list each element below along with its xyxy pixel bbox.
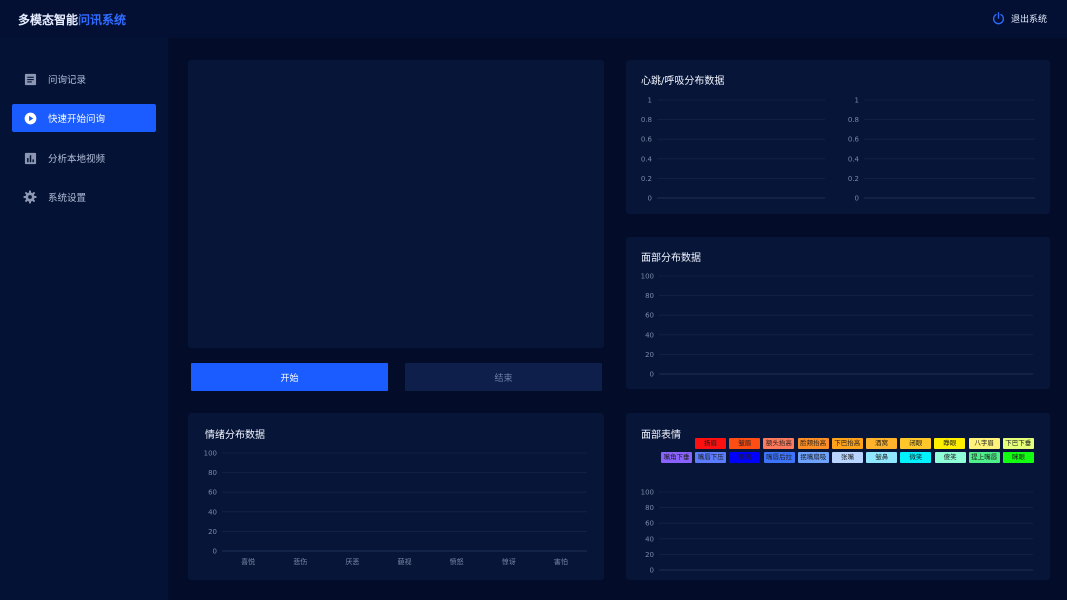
app-title-highlight: 问讯系统 — [78, 13, 127, 27]
legend-item[interactable]: 噘嘴 — [729, 452, 761, 463]
end-button[interactable]: 结束 — [405, 363, 602, 391]
y-tick-label: 0 — [650, 567, 654, 575]
facial-expression-title: 面部表情 — [641, 430, 681, 441]
y-tick-label: 100 — [204, 450, 217, 458]
y-tick-label: 0 — [648, 195, 652, 203]
legend-item[interactable]: 微笑 — [900, 452, 932, 463]
legend-item[interactable]: 皱眉 — [729, 438, 761, 449]
legend-item[interactable]: 闭眼 — [900, 438, 932, 449]
legend-item[interactable]: 睁眼 — [934, 438, 966, 449]
x-tick-label: 厌恶 — [345, 558, 359, 566]
y-tick-label: 0.6 — [848, 136, 860, 144]
emotion-chart: 0 20 40 60 80 100 喜悦 悲伤 厌恶 藐视 愤怒 惊讶 害怕 — [204, 450, 587, 566]
sidebar-item-records[interactable]: 问询记录 — [12, 65, 156, 93]
sidebar-item-quick-start[interactable]: 快速开始问询 — [12, 104, 156, 132]
breath-chart: 0 0.2 0.4 0.6 0.8 1 — [848, 97, 1035, 203]
x-tick-label: 藐视 — [398, 557, 412, 566]
y-tick-label: 0.4 — [641, 155, 653, 163]
legend-item[interactable]: 抿嘴扇吸 — [797, 452, 829, 463]
sidebar-item-settings[interactable]: 系统设置 — [12, 183, 156, 211]
y-tick-label: 20 — [208, 528, 217, 536]
x-tick-label: 害怕 — [554, 557, 568, 566]
sidebar-item-label: 快速开始问询 — [48, 114, 106, 125]
y-tick-label: 1 — [648, 97, 652, 105]
legend-item[interactable]: 张嘴 — [832, 452, 863, 463]
legend-item[interactable]: 皱鼻 — [866, 452, 898, 463]
sidebar-item-label: 问询记录 — [48, 75, 87, 86]
gear-icon — [23, 190, 37, 204]
y-tick-label: 0.2 — [848, 175, 859, 183]
legend-item[interactable]: 扬眉 — [695, 438, 726, 449]
list-icon — [23, 72, 37, 86]
y-tick-label: 20 — [645, 551, 654, 559]
y-tick-label: 20 — [645, 351, 654, 359]
legend-item[interactable]: 嘴角下垂 — [661, 452, 692, 463]
legend-item[interactable]: 傻笑 — [934, 452, 966, 463]
sidebar-item-local-video[interactable]: 分析本地视频 — [12, 144, 156, 172]
y-tick-label: 100 — [641, 489, 654, 497]
y-tick-label: 40 — [645, 535, 654, 543]
video-preview-area — [188, 60, 604, 348]
y-tick-label: 0 — [213, 548, 217, 556]
legend-item[interactable]: 额头抬高 — [763, 438, 795, 449]
y-tick-label: 40 — [208, 508, 217, 516]
legend-item[interactable]: 眯眼 — [1003, 452, 1034, 463]
sidebar-item-label: 系统设置 — [48, 193, 87, 204]
legend-item[interactable]: 酒窝 — [866, 438, 897, 449]
heart-chart: 0 0.2 0.4 0.6 0.8 1 — [641, 97, 825, 203]
y-tick-label: 80 — [645, 504, 654, 512]
y-tick-label: 80 — [208, 469, 217, 477]
legend-item[interactable]: 嘴唇后拉 — [763, 452, 795, 463]
x-tick-label: 悲伤 — [293, 557, 307, 566]
y-tick-label: 100 — [641, 273, 654, 281]
power-icon — [992, 12, 1004, 25]
y-tick-label: 60 — [645, 312, 654, 320]
y-tick-label: 0 — [650, 371, 654, 379]
logout-label: 退出系统 — [1010, 15, 1047, 25]
y-tick-label: 1 — [855, 97, 859, 105]
top-header: 多模态智能问讯系统 退出系统 — [0, 0, 1067, 38]
y-tick-label: 0.8 — [641, 116, 652, 124]
sidebar-item-label: 分析本地视频 — [48, 154, 106, 165]
legend-item[interactable]: 八字眉 — [968, 438, 1000, 449]
x-tick-label: 愤怒 — [450, 557, 464, 566]
legend-item[interactable]: 提上嘴唇 — [968, 452, 1000, 463]
y-tick-label: 40 — [645, 331, 654, 339]
y-tick-label: 0.8 — [848, 116, 859, 124]
x-tick-label: 惊讶 — [502, 557, 516, 566]
legend-item[interactable]: 下巴抬高 — [831, 438, 863, 449]
heart-breath-title: 心跳/呼吸分布数据 — [641, 76, 725, 87]
y-tick-label: 0.6 — [641, 136, 653, 144]
legend-item[interactable]: 嘴唇下压 — [695, 452, 727, 463]
legend-item[interactable]: 脸颊抬高 — [797, 438, 829, 449]
legend-item[interactable]: 下巴下垂 — [1002, 438, 1034, 449]
logout-button[interactable]: 退出系统 — [992, 12, 1047, 25]
bar-chart-icon — [23, 151, 37, 165]
y-tick-label: 60 — [208, 489, 217, 497]
app-title-prefix: 多模态智能 — [18, 13, 79, 27]
face-distribution-chart: 0 20 40 60 80 100 — [641, 273, 1033, 379]
y-tick-label: 0.4 — [848, 155, 860, 163]
facial-expression-chart: 0 20 40 60 80 100 — [641, 489, 1033, 575]
emotion-title: 情绪分布数据 — [205, 430, 265, 441]
app-title: 多模态智能问讯系统 — [18, 11, 126, 28]
start-button[interactable]: 开始 — [191, 363, 388, 391]
face-distribution-title: 面部分布数据 — [641, 253, 701, 264]
play-icon — [23, 111, 37, 125]
y-tick-label: 0 — [855, 195, 859, 203]
y-tick-label: 80 — [645, 292, 654, 300]
y-tick-label: 0.2 — [641, 175, 652, 183]
y-tick-label: 60 — [645, 520, 654, 528]
x-tick-label: 喜悦 — [241, 557, 255, 566]
